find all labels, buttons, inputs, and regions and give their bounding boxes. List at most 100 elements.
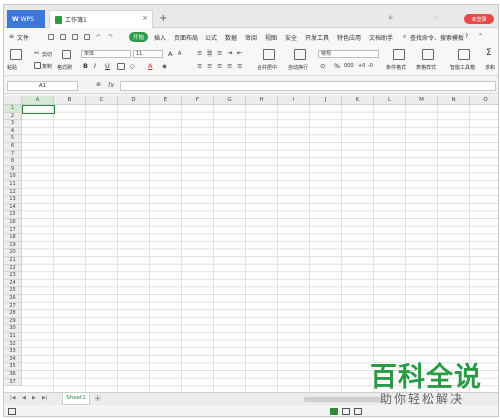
row-header[interactable]: 11 <box>4 181 22 189</box>
menu-doc-assistant[interactable]: 文档助手 <box>369 33 393 42</box>
column-header[interactable]: B <box>54 96 86 105</box>
fill-color-icon[interactable]: ◇ <box>130 62 135 70</box>
skin-icon[interactable]: ▣ <box>388 15 393 21</box>
column-header[interactable]: I <box>278 96 310 105</box>
distribute-icon[interactable]: ≡ <box>237 62 242 70</box>
copy-button[interactable]: 复制 <box>42 63 52 70</box>
row-header[interactable]: 31 <box>4 333 22 341</box>
menu-data[interactable]: 数据 <box>225 33 237 42</box>
row-header[interactable]: 29 <box>4 317 22 326</box>
merge-center-icon[interactable] <box>263 49 275 60</box>
column-header[interactable]: C <box>86 96 118 105</box>
tab-workbook1[interactable]: 工作簿1 × <box>49 10 153 28</box>
insert-function-button[interactable]: fx <box>108 81 114 89</box>
wrap-text-icon[interactable] <box>294 49 306 60</box>
prev-sheet-button[interactable]: ◀ <box>22 395 26 401</box>
smart-toolbox-button[interactable]: 智能工具箱 <box>450 64 475 71</box>
menu-formulas[interactable]: 公式 <box>205 33 217 42</box>
row-header[interactable]: 18 <box>4 234 22 242</box>
decrease-decimal-icon[interactable]: -0 <box>368 62 373 70</box>
row-header[interactable]: 17 <box>4 226 22 235</box>
italic-button[interactable]: I <box>94 62 96 70</box>
help-icon[interactable]: ? <box>465 33 468 40</box>
row-header[interactable]: 3 <box>4 120 22 128</box>
active-cell[interactable] <box>22 105 55 114</box>
row-header[interactable]: 21 <box>4 257 22 265</box>
reading-mode-icon[interactable] <box>354 408 362 415</box>
format-painter-icon[interactable] <box>62 50 71 59</box>
column-header[interactable]: A <box>22 96 54 105</box>
row-header[interactable]: 24 <box>4 279 22 288</box>
increase-decimal-icon[interactable]: +0 <box>358 62 365 70</box>
column-header[interactable]: O <box>470 96 498 105</box>
column-header[interactable]: D <box>118 96 150 105</box>
number-format-select[interactable]: 常规 <box>318 50 379 58</box>
align-middle-icon[interactable]: ≡ <box>207 49 213 57</box>
hamburger-icon[interactable]: ≡ <box>9 33 14 40</box>
tab-wps-home[interactable]: W WPS <box>7 10 45 28</box>
row-header[interactable]: 25 <box>4 287 22 295</box>
save-icon[interactable] <box>48 34 54 40</box>
formula-input[interactable] <box>120 81 496 91</box>
last-sheet-button[interactable]: ▶| <box>42 395 48 401</box>
row-header[interactable]: 12 <box>4 188 22 197</box>
thousands-icon[interactable]: 000 <box>344 62 354 70</box>
cut-icon[interactable]: ✂ <box>34 49 39 57</box>
align-left-icon[interactable]: ≡ <box>197 62 202 70</box>
row-header[interactable]: 26 <box>4 295 22 303</box>
copy-icon[interactable] <box>34 62 41 69</box>
collapse-ribbon-icon[interactable]: ⌃ <box>478 33 483 40</box>
redo-icon[interactable]: ↷ <box>108 33 113 40</box>
row-header[interactable]: 30 <box>4 325 22 333</box>
row-header[interactable]: 4 <box>4 127 22 136</box>
row-header[interactable]: 35 <box>4 363 22 371</box>
login-button[interactable]: 未登录 <box>464 14 494 24</box>
row-header[interactable]: 9 <box>4 165 22 174</box>
column-header[interactable]: M <box>406 96 438 105</box>
column-header[interactable]: J <box>310 96 342 105</box>
row-header[interactable]: 8 <box>4 158 22 166</box>
menu-review[interactable]: 审阅 <box>245 33 257 42</box>
border-icon[interactable] <box>117 63 125 70</box>
new-tab-button[interactable]: + <box>159 14 167 24</box>
align-top-icon[interactable]: ≡ <box>197 49 202 57</box>
row-header[interactable]: 37 <box>4 378 22 387</box>
font-name-select[interactable]: 宋体 <box>81 50 131 58</box>
command-search[interactable]: 查找命令、搜索模板 <box>410 33 464 42</box>
close-tab-icon[interactable]: × <box>142 14 148 22</box>
row-header[interactable]: 32 <box>4 340 22 349</box>
currency-icon[interactable]: ⊙ <box>320 62 325 70</box>
menu-start[interactable]: 开始 <box>129 32 148 42</box>
align-center-icon[interactable]: ≡ <box>207 62 212 70</box>
row-header[interactable]: 23 <box>4 272 22 280</box>
add-sheet-button[interactable]: + <box>94 393 102 405</box>
column-header[interactable]: F <box>182 96 214 105</box>
column-header[interactable]: N <box>438 96 470 105</box>
format-painter-button[interactable]: 格式刷 <box>57 64 72 71</box>
column-header[interactable]: L <box>374 96 406 105</box>
next-sheet-button[interactable]: ▶ <box>32 395 36 401</box>
print-preview-icon[interactable] <box>60 34 66 40</box>
menu-file[interactable]: 文件 <box>17 33 29 42</box>
sum-icon[interactable]: Σ <box>486 49 492 58</box>
row-header[interactable]: 1 <box>4 105 22 113</box>
export-icon[interactable] <box>84 34 90 40</box>
first-sheet-button[interactable]: |◀ <box>10 395 16 401</box>
paste-button[interactable]: 粘贴 <box>7 64 17 71</box>
row-header[interactable]: 36 <box>4 371 22 379</box>
window-mode-icon[interactable]: ▭ <box>434 15 439 21</box>
grow-font-icon[interactable]: A <box>168 50 172 58</box>
conditional-format-icon[interactable] <box>393 49 405 60</box>
font-size-select[interactable]: 11 <box>133 50 163 58</box>
shrink-font-icon[interactable]: A <box>178 50 181 58</box>
justify-icon[interactable]: ≡ <box>227 62 232 70</box>
menu-page-layout[interactable]: 页面布局 <box>174 33 198 42</box>
row-header[interactable]: 6 <box>4 143 22 151</box>
row-header[interactable]: 20 <box>4 249 22 257</box>
row-header[interactable]: 14 <box>4 203 22 212</box>
print-icon[interactable] <box>72 34 78 40</box>
merge-center-button[interactable]: 合并居中 <box>257 64 277 71</box>
undo-icon[interactable]: ↶ <box>96 33 101 40</box>
align-right-icon[interactable]: ≡ <box>217 62 222 70</box>
column-header[interactable]: G <box>214 96 246 105</box>
